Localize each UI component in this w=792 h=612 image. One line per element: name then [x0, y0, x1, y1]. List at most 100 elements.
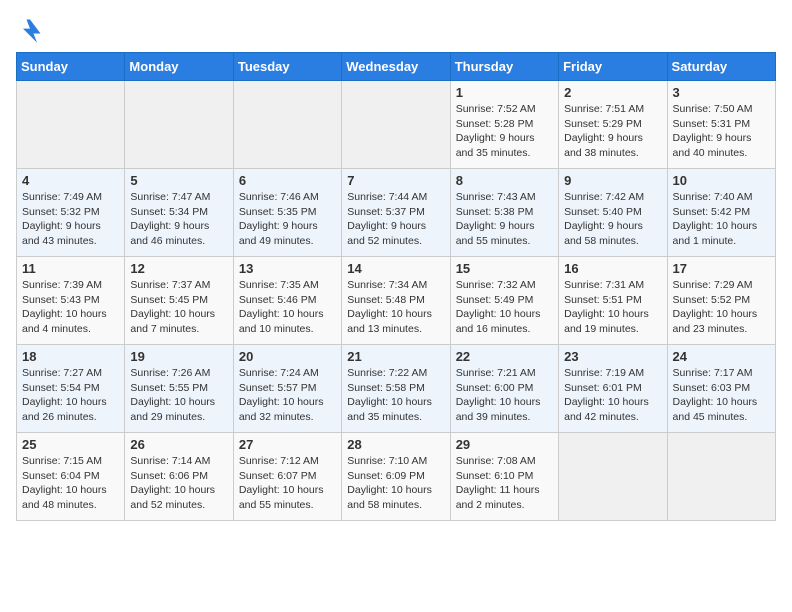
calendar-cell: 11 Sunrise: 7:39 AM Sunset: 5:43 PM Dayli… — [17, 257, 125, 345]
header-sunday: Sunday — [17, 53, 125, 81]
day-number: 5 — [130, 173, 227, 188]
day-number: 28 — [347, 437, 444, 452]
day-number: 25 — [22, 437, 119, 452]
calendar-cell: 7 Sunrise: 7:44 AM Sunset: 5:37 PM Daylig… — [342, 169, 450, 257]
day-number: 14 — [347, 261, 444, 276]
day-number: 11 — [22, 261, 119, 276]
day-number: 9 — [564, 173, 661, 188]
header-wednesday: Wednesday — [342, 53, 450, 81]
day-info: Sunrise: 7:35 AM Sunset: 5:46 PM Dayligh… — [239, 278, 336, 337]
day-number: 24 — [673, 349, 770, 364]
day-info: Sunrise: 7:34 AM Sunset: 5:48 PM Dayligh… — [347, 278, 444, 337]
day-info: Sunrise: 7:26 AM Sunset: 5:55 PM Dayligh… — [130, 366, 227, 425]
calendar-cell: 20 Sunrise: 7:24 AM Sunset: 5:57 PM Dayli… — [233, 345, 341, 433]
day-info: Sunrise: 7:24 AM Sunset: 5:57 PM Dayligh… — [239, 366, 336, 425]
calendar-cell: 19 Sunrise: 7:26 AM Sunset: 5:55 PM Dayli… — [125, 345, 233, 433]
calendar-cell: 29 Sunrise: 7:08 AM Sunset: 6:10 PM Dayli… — [450, 433, 558, 521]
header-saturday: Saturday — [667, 53, 775, 81]
day-number: 13 — [239, 261, 336, 276]
calendar-cell — [17, 81, 125, 169]
day-number: 1 — [456, 85, 553, 100]
calendar-cell: 18 Sunrise: 7:27 AM Sunset: 5:54 PM Dayli… — [17, 345, 125, 433]
day-info: Sunrise: 7:12 AM Sunset: 6:07 PM Dayligh… — [239, 454, 336, 513]
calendar-cell: 9 Sunrise: 7:42 AM Sunset: 5:40 PM Daylig… — [559, 169, 667, 257]
calendar-cell — [342, 81, 450, 169]
calendar-cell: 22Sunrise: 7:21 AM Sunset: 6:00 PM Dayli… — [450, 345, 558, 433]
calendar-cell — [233, 81, 341, 169]
calendar-week-row: 1 Sunrise: 7:52 AM Sunset: 5:28 PM Daylig… — [17, 81, 776, 169]
header-tuesday: Tuesday — [233, 53, 341, 81]
day-number: 16 — [564, 261, 661, 276]
day-number: 29 — [456, 437, 553, 452]
day-info: Sunrise: 7:27 AM Sunset: 5:54 PM Dayligh… — [22, 366, 119, 425]
header-thursday: Thursday — [450, 53, 558, 81]
logo — [16, 16, 48, 44]
calendar-cell: 4Sunrise: 7:49 AM Sunset: 5:32 PM Daylig… — [17, 169, 125, 257]
calendar-week-row: 18 Sunrise: 7:27 AM Sunset: 5:54 PM Dayli… — [17, 345, 776, 433]
calendar-week-row: 11 Sunrise: 7:39 AM Sunset: 5:43 PM Dayli… — [17, 257, 776, 345]
day-info: Sunrise: 7:42 AM Sunset: 5:40 PM Dayligh… — [564, 190, 661, 249]
calendar-cell: 10 Sunrise: 7:40 AM Sunset: 5:42 PM Dayli… — [667, 169, 775, 257]
day-info: Sunrise: 7:39 AM Sunset: 5:43 PM Dayligh… — [22, 278, 119, 337]
day-info: Sunrise: 7:17 AM Sunset: 6:03 PM Dayligh… — [673, 366, 770, 425]
day-number: 27 — [239, 437, 336, 452]
day-info: Sunrise: 7:15 AM Sunset: 6:04 PM Dayligh… — [22, 454, 119, 513]
calendar-cell: 21 Sunrise: 7:22 AM Sunset: 5:58 PM Dayli… — [342, 345, 450, 433]
day-number: 7 — [347, 173, 444, 188]
calendar-cell: 27 Sunrise: 7:12 AM Sunset: 6:07 PM Dayli… — [233, 433, 341, 521]
day-number: 3 — [673, 85, 770, 100]
day-info: Sunrise: 7:31 AM Sunset: 5:51 PM Dayligh… — [564, 278, 661, 337]
calendar-cell: 26 Sunrise: 7:14 AM Sunset: 6:06 PM Dayli… — [125, 433, 233, 521]
day-info: Sunrise: 7:08 AM Sunset: 6:10 PM Dayligh… — [456, 454, 553, 513]
day-info: Sunrise: 7:22 AM Sunset: 5:58 PM Dayligh… — [347, 366, 444, 425]
day-number: 26 — [130, 437, 227, 452]
day-info: Sunrise: 7:44 AM Sunset: 5:37 PM Dayligh… — [347, 190, 444, 249]
day-number: 12 — [130, 261, 227, 276]
day-info: Sunrise: 7:52 AM Sunset: 5:28 PM Dayligh… — [456, 102, 553, 161]
day-info: Sunrise: 7:47 AM Sunset: 5:34 PM Dayligh… — [130, 190, 227, 249]
day-number: 6 — [239, 173, 336, 188]
calendar-cell — [667, 433, 775, 521]
day-number: 2 — [564, 85, 661, 100]
calendar-cell — [559, 433, 667, 521]
calendar-week-row: 25 Sunrise: 7:15 AM Sunset: 6:04 PM Dayli… — [17, 433, 776, 521]
day-number: 8 — [456, 173, 553, 188]
day-number: 17 — [673, 261, 770, 276]
calendar-cell: 2Sunrise: 7:51 AM Sunset: 5:29 PM Daylig… — [559, 81, 667, 169]
logo-icon — [16, 16, 44, 44]
day-number: 10 — [673, 173, 770, 188]
calendar-cell: 23 Sunrise: 7:19 AM Sunset: 6:01 PM Dayli… — [559, 345, 667, 433]
day-number: 18 — [22, 349, 119, 364]
day-number: 20 — [239, 349, 336, 364]
calendar-cell: 14 Sunrise: 7:34 AM Sunset: 5:48 PM Dayli… — [342, 257, 450, 345]
day-info: Sunrise: 7:14 AM Sunset: 6:06 PM Dayligh… — [130, 454, 227, 513]
day-info: Sunrise: 7:10 AM Sunset: 6:09 PM Dayligh… — [347, 454, 444, 513]
day-number: 19 — [130, 349, 227, 364]
calendar-cell: 6 Sunrise: 7:46 AM Sunset: 5:35 PM Daylig… — [233, 169, 341, 257]
day-info: Sunrise: 7:32 AM Sunset: 5:49 PM Dayligh… — [456, 278, 553, 337]
calendar-week-row: 4Sunrise: 7:49 AM Sunset: 5:32 PM Daylig… — [17, 169, 776, 257]
calendar-cell: 24 Sunrise: 7:17 AM Sunset: 6:03 PM Dayli… — [667, 345, 775, 433]
day-info: Sunrise: 7:21 AM Sunset: 6:00 PM Dayligh… — [456, 366, 553, 425]
calendar-table: SundayMondayTuesdayWednesdayThursdayFrid… — [16, 52, 776, 521]
calendar-cell: 16 Sunrise: 7:31 AM Sunset: 5:51 PM Dayli… — [559, 257, 667, 345]
calendar-cell: 3 Sunrise: 7:50 AM Sunset: 5:31 PM Daylig… — [667, 81, 775, 169]
header-monday: Monday — [125, 53, 233, 81]
day-number: 21 — [347, 349, 444, 364]
day-info: Sunrise: 7:40 AM Sunset: 5:42 PM Dayligh… — [673, 190, 770, 249]
calendar-cell: 5 Sunrise: 7:47 AM Sunset: 5:34 PM Daylig… — [125, 169, 233, 257]
day-number: 23 — [564, 349, 661, 364]
day-info: Sunrise: 7:50 AM Sunset: 5:31 PM Dayligh… — [673, 102, 770, 161]
calendar-cell: 13 Sunrise: 7:35 AM Sunset: 5:46 PM Dayli… — [233, 257, 341, 345]
calendar-header-row: SundayMondayTuesdayWednesdayThursdayFrid… — [17, 53, 776, 81]
calendar-cell: 15 Sunrise: 7:32 AM Sunset: 5:49 PM Dayli… — [450, 257, 558, 345]
day-info: Sunrise: 7:19 AM Sunset: 6:01 PM Dayligh… — [564, 366, 661, 425]
day-number: 15 — [456, 261, 553, 276]
day-info: Sunrise: 7:46 AM Sunset: 5:35 PM Dayligh… — [239, 190, 336, 249]
day-info: Sunrise: 7:43 AM Sunset: 5:38 PM Dayligh… — [456, 190, 553, 249]
calendar-cell: 17Sunrise: 7:29 AM Sunset: 5:52 PM Dayli… — [667, 257, 775, 345]
header-friday: Friday — [559, 53, 667, 81]
calendar-cell: 1 Sunrise: 7:52 AM Sunset: 5:28 PM Daylig… — [450, 81, 558, 169]
day-info: Sunrise: 7:37 AM Sunset: 5:45 PM Dayligh… — [130, 278, 227, 337]
day-info: Sunrise: 7:49 AM Sunset: 5:32 PM Dayligh… — [22, 190, 119, 249]
